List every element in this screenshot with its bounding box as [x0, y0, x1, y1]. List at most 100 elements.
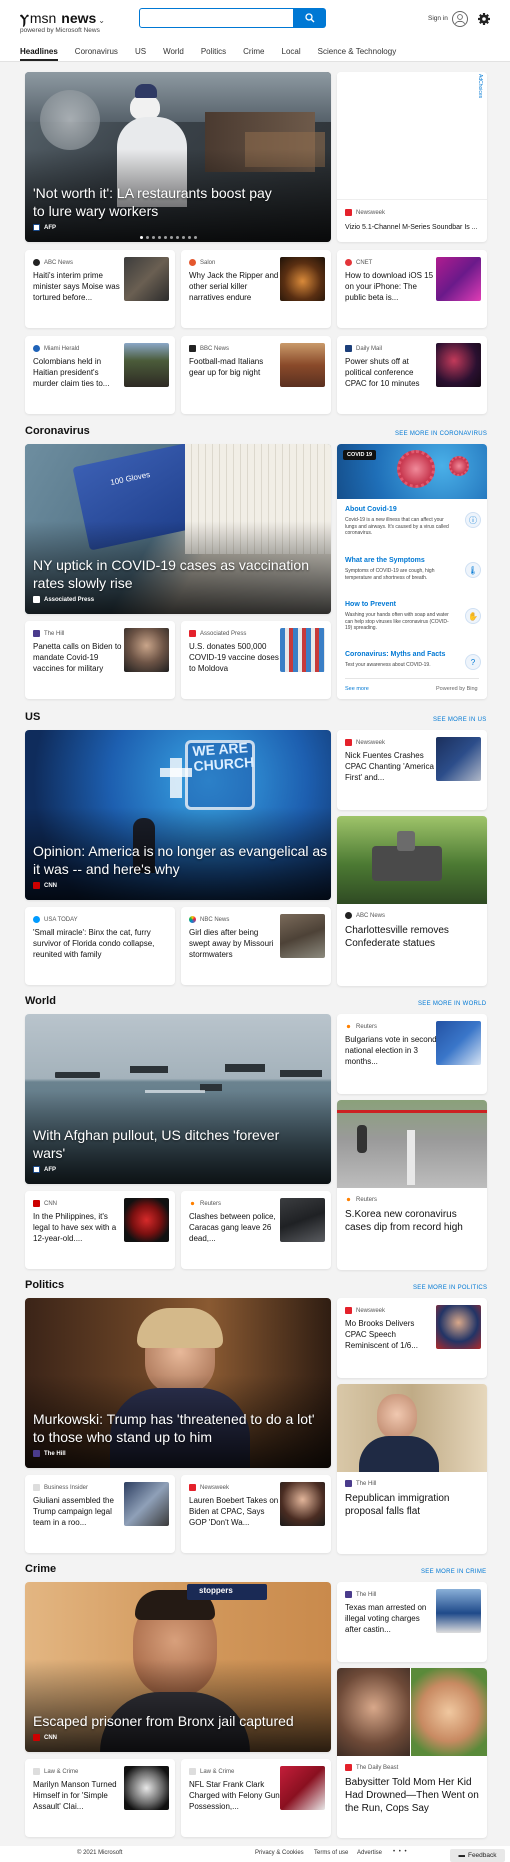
card-headline[interactable]: Girl dies after being swept away by Miss…: [189, 927, 281, 973]
sign-in-link[interactable]: Sign in: [428, 15, 448, 22]
nav-local[interactable]: Local: [282, 47, 301, 61]
card-thumbnail: [436, 1305, 481, 1349]
card-headline[interactable]: Colombians held in Haitian president's m…: [33, 356, 125, 390]
carousel-dots[interactable]: [140, 236, 200, 239]
footer-link-terms[interactable]: Terms of use: [314, 1850, 348, 1856]
ad-headline[interactable]: Vizio 5.1-Channel M-Series Soundbar Is .…: [345, 222, 483, 233]
news-card[interactable]: Reuters Bulgarians vote in second nation…: [337, 1014, 487, 1094]
card-headline[interactable]: Clashes between police, Caracas gang lea…: [189, 1211, 281, 1257]
hero-headline[interactable]: Escaped prisoner from Bronx jail capture…: [33, 1712, 328, 1730]
search-button[interactable]: [294, 8, 326, 28]
see-more-crime-link[interactable]: SEE MORE IN CRIME: [421, 1569, 486, 1575]
covid-see-more-link[interactable]: See more: [345, 686, 369, 692]
hero-headline[interactable]: With Afghan pullout, US ditches 'forever…: [33, 1126, 313, 1162]
coronavirus-hero-card[interactable]: 100 Gloves NY uptick in COVID-19 cases a…: [25, 444, 331, 614]
news-card[interactable]: The Hill Panetta calls on Biden to manda…: [25, 621, 175, 699]
section-title-us: US: [25, 711, 41, 723]
card-headline[interactable]: Republican immigration proposal falls fl…: [345, 1492, 479, 1518]
news-card[interactable]: Newsweek Mo Brooks Delivers CPAC Speech …: [337, 1298, 487, 1378]
card-headline[interactable]: 'Small miracle': Binx the cat, furry sur…: [33, 927, 167, 973]
section-title-world: World: [25, 995, 56, 1007]
news-card[interactable]: CNN In the Philippines, it's legal to ha…: [25, 1191, 175, 1269]
covid-link-symptoms[interactable]: What are the Symptoms: [345, 557, 425, 564]
more-options-icon[interactable]: • • •: [393, 1849, 408, 1855]
news-card[interactable]: Newsweek Nick Fuentes Crashes CPAC Chant…: [337, 730, 487, 810]
hero-headline[interactable]: Opinion: America is no longer as evangel…: [33, 842, 328, 878]
card-headline[interactable]: Texas man arrested on illegal voting cha…: [345, 1602, 437, 1648]
see-more-coronavirus-link[interactable]: SEE MORE IN CORONAVIRUS: [395, 431, 487, 437]
card-headline[interactable]: Panetta calls on Biden to mandate Covid-…: [33, 641, 125, 675]
news-card[interactable]: Newsweek Lauren Boebert Takes on Biden a…: [181, 1475, 331, 1553]
card-headline[interactable]: Marilyn Manson Turned Himself in for 'Si…: [33, 1779, 125, 1825]
us-hero-card[interactable]: WE ARE CHURCH Opinion: America is no lon…: [25, 730, 331, 900]
top-hero-card[interactable]: 'Not worth it': LA restaurants boost pay…: [25, 72, 331, 242]
news-card-large[interactable]: ABC News Charlottesville removes Confede…: [337, 816, 487, 986]
avatar-icon[interactable]: [452, 11, 468, 27]
world-hero-card[interactable]: With Afghan pullout, US ditches 'forever…: [25, 1014, 331, 1184]
news-card[interactable]: USA TODAY 'Small miracle': Binx the cat,…: [25, 907, 175, 985]
nav-crime[interactable]: Crime: [243, 47, 264, 61]
nav-us[interactable]: US: [135, 47, 146, 61]
feedback-button[interactable]: ▬ Feedback: [450, 1849, 505, 1862]
card-headline[interactable]: U.S. donates 500,000 COVID-19 vaccine do…: [189, 641, 281, 675]
see-more-us-link[interactable]: SEE MORE IN US: [433, 717, 487, 723]
card-headline[interactable]: How to download iOS 15 on your iPhone: T…: [345, 270, 437, 304]
adchoices-label[interactable]: AdChoices: [477, 74, 483, 98]
see-more-politics-link[interactable]: SEE MORE IN POLITICS: [413, 1285, 487, 1291]
news-card[interactable]: The Hill Texas man arrested on illegal v…: [337, 1582, 487, 1662]
card-headline[interactable]: S.Korea new coronavirus cases dip from r…: [345, 1208, 479, 1234]
card-headline[interactable]: Nick Fuentes Crashes CPAC Chanting 'Amer…: [345, 750, 437, 796]
card-headline[interactable]: Mo Brooks Delivers CPAC Speech Reminisce…: [345, 1318, 437, 1364]
ad-card[interactable]: AdChoices Newsweek Vizio 5.1-Channel M-S…: [337, 72, 487, 242]
search-input[interactable]: [139, 8, 294, 28]
news-card-large[interactable]: The Hill Republican immigration proposal…: [337, 1384, 487, 1554]
covid-link-about[interactable]: About Covid-19: [345, 506, 397, 513]
footer-link-privacy[interactable]: Privacy & Cookies: [255, 1850, 304, 1856]
politics-hero-card[interactable]: Murkowski: Trump has 'threatened to do a…: [25, 1298, 331, 1468]
news-card[interactable]: Law & Crime Marilyn Manson Turned Himsel…: [25, 1759, 175, 1837]
gear-icon[interactable]: [477, 12, 491, 26]
footer-link-advertise[interactable]: Advertise: [357, 1850, 382, 1856]
card-headline[interactable]: Bulgarians vote in second national elect…: [345, 1034, 437, 1080]
news-card[interactable]: Salon Why Jack the Ripper and other seri…: [181, 250, 331, 328]
news-card[interactable]: Miami Herald Colombians held in Haitian …: [25, 336, 175, 414]
news-card[interactable]: Associated Press U.S. donates 500,000 CO…: [181, 621, 331, 699]
card-source: The Hill: [345, 1480, 376, 1487]
card-headline[interactable]: Giuliani assembled the Trump campaign le…: [33, 1495, 125, 1541]
news-card-large[interactable]: Reuters S.Korea new coronavirus cases di…: [337, 1100, 487, 1270]
hero-headline[interactable]: NY uptick in COVID-19 cases as vaccinati…: [33, 556, 323, 592]
covid-panel-divider: [345, 678, 479, 679]
card-headline[interactable]: Power shuts off at political conference …: [345, 356, 437, 390]
nav-world[interactable]: World: [163, 47, 184, 61]
card-headline[interactable]: Football-mad Italians gear up for big ni…: [189, 356, 281, 390]
covid-link-prevent[interactable]: How to Prevent: [345, 601, 396, 608]
card-headline[interactable]: In the Philippines, it's legal to have s…: [33, 1211, 125, 1257]
nav-coronavirus[interactable]: Coronavirus: [75, 47, 118, 61]
crime-hero-card[interactable]: stoppers Escaped prisoner from Bronx jai…: [25, 1582, 331, 1752]
card-headline[interactable]: NFL Star Frank Clark Charged with Felony…: [189, 1779, 281, 1825]
nav-science-technology[interactable]: Science & Technology: [318, 47, 397, 61]
card-thumbnail: [124, 1198, 169, 1242]
card-headline[interactable]: Charlottesville removes Confederate stat…: [345, 924, 479, 950]
news-card[interactable]: CNET How to download iOS 15 on your iPho…: [337, 250, 487, 328]
card-headline[interactable]: Haiti's interim prime minister says Mois…: [33, 270, 125, 304]
see-more-world-link[interactable]: SEE MORE IN WORLD: [418, 1001, 486, 1007]
nav-politics[interactable]: Politics: [201, 47, 226, 61]
news-card[interactable]: ABC News Haiti's interim prime minister …: [25, 250, 175, 328]
news-card-large[interactable]: The Daily Beast Babysitter Told Mom Her …: [337, 1668, 487, 1838]
news-card[interactable]: Law & Crime NFL Star Frank Clark Charged…: [181, 1759, 331, 1837]
hero-headline[interactable]: Murkowski: Trump has 'threatened to do a…: [33, 1410, 328, 1446]
nav-headlines[interactable]: Headlines: [20, 47, 58, 61]
news-card[interactable]: Business Insider Giuliani assembled the …: [25, 1475, 175, 1553]
msn-logo[interactable]: ⲩ msn news ⌄: [20, 8, 105, 28]
card-headline[interactable]: Lauren Boebert Takes on Biden at CPAC, S…: [189, 1495, 281, 1541]
news-card[interactable]: Daily Mail Power shuts off at political …: [337, 336, 487, 414]
card-headline[interactable]: Babysitter Told Mom Her Kid Had Drowned—…: [345, 1776, 479, 1815]
news-card[interactable]: NBC News Girl dies after being swept awa…: [181, 907, 331, 985]
card-headline[interactable]: Why Jack the Ripper and other serial kil…: [189, 270, 281, 304]
covid-link-myths[interactable]: Coronavirus: Myths and Facts: [345, 651, 445, 658]
news-card[interactable]: BBC News Football-mad Italians gear up f…: [181, 336, 331, 414]
hero-headline[interactable]: 'Not worth it': LA restaurants boost pay…: [33, 184, 283, 220]
chevron-down-icon[interactable]: ⌄: [98, 16, 105, 25]
news-card[interactable]: Reuters Clashes between police, Caracas …: [181, 1191, 331, 1269]
